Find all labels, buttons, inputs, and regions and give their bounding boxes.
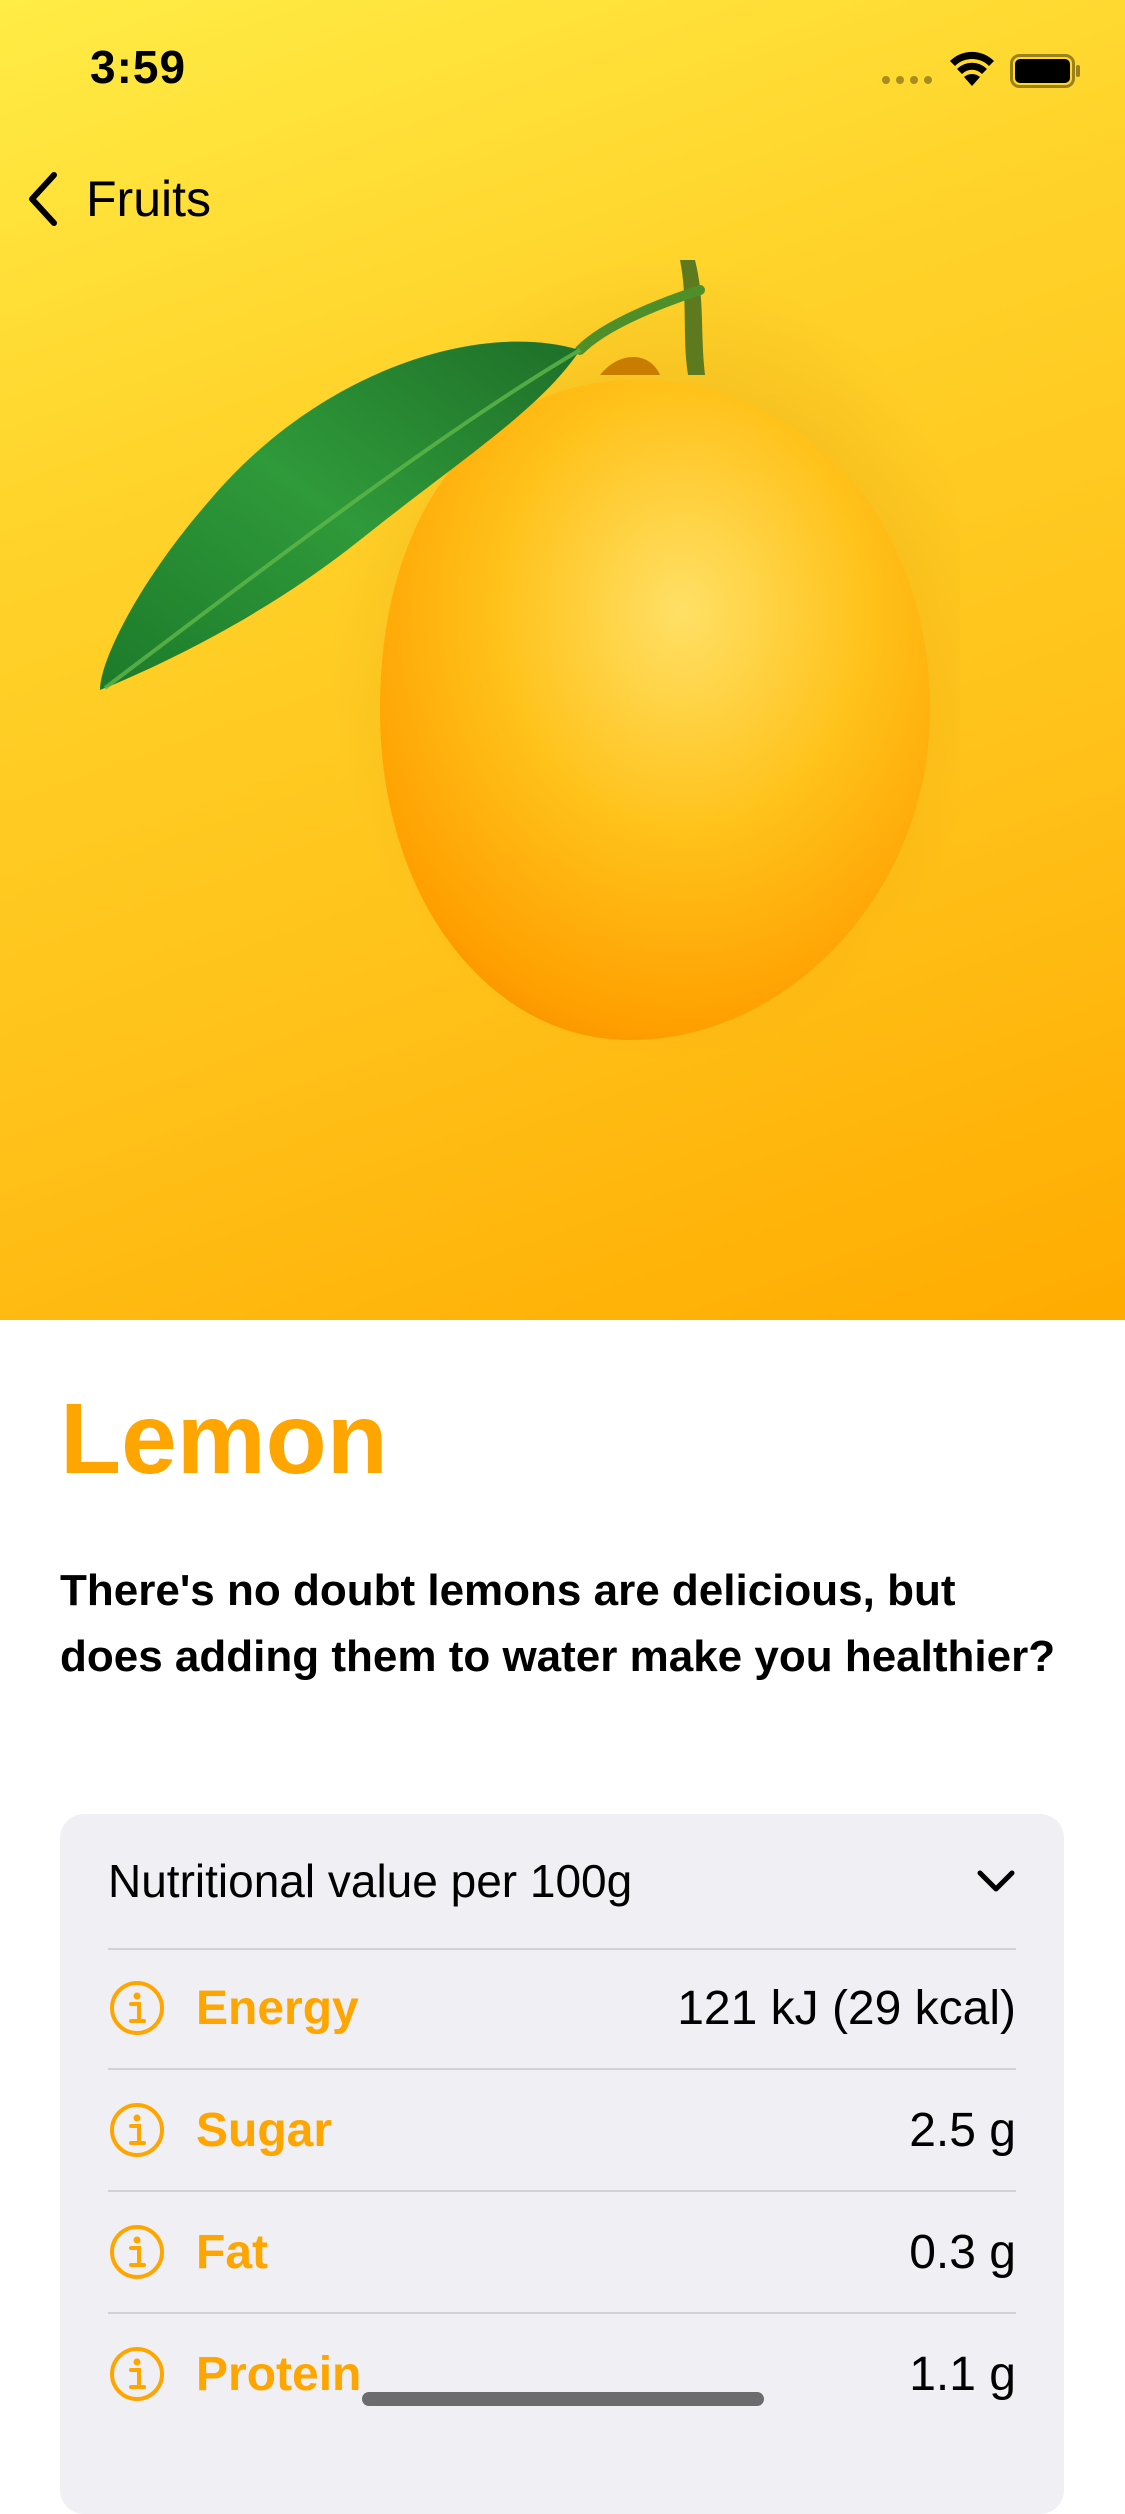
- status-bar: 3:59: [0, 0, 1125, 140]
- nutrition-row-energy: Energy 121 kJ (29 kcal): [108, 1948, 1016, 2070]
- chevron-left-icon: [29, 172, 57, 226]
- back-button-label: Fruits: [86, 171, 211, 227]
- nutrition-value: 2.5 g: [909, 2103, 1016, 2157]
- status-time: 3:59: [90, 41, 187, 93]
- detail-content: Lemon There's no doubt lemons are delici…: [0, 1320, 1125, 2514]
- nutrition-label: Energy: [196, 1981, 359, 2035]
- cellular-icon: [882, 76, 932, 84]
- nutrition-value: 121 kJ (29 kcal): [677, 1981, 1016, 2035]
- info-circle-icon[interactable]: [108, 2345, 166, 2403]
- hero-image: 3:59 Fruits: [0, 0, 1125, 1320]
- nutrition-label: Protein: [196, 2347, 362, 2401]
- nutrition-disclosure-header[interactable]: Nutritional value per 100g: [108, 1814, 1016, 1950]
- nutrition-label: Sugar: [196, 2103, 333, 2157]
- wifi-icon: [950, 51, 994, 86]
- lemon-illustration: [100, 260, 960, 1060]
- fruit-title: Lemon: [60, 1383, 388, 1495]
- nutrition-row-fat: Fat 0.3 g: [108, 2192, 1016, 2314]
- home-indicator[interactable]: [362, 2392, 764, 2406]
- fruit-description: There's no doubt lemons are delicious, b…: [60, 1566, 1056, 1681]
- nutrition-value: 1.1 g: [909, 2347, 1016, 2401]
- info-circle-icon[interactable]: [108, 2223, 166, 2281]
- nutrition-card: Nutritional value per 100g Energy 121 kJ…: [60, 1814, 1064, 2514]
- nutrition-row-protein: Protein 1.1 g: [108, 2314, 1016, 2434]
- battery-icon: [1010, 54, 1080, 88]
- nutrition-value: 0.3 g: [909, 2225, 1016, 2279]
- info-circle-icon[interactable]: [108, 1979, 166, 2037]
- chevron-down-icon: [977, 1870, 1015, 1892]
- back-button[interactable]: Fruits: [24, 164, 211, 234]
- nutrition-header-label: Nutritional value per 100g: [108, 1855, 633, 1907]
- info-circle-icon[interactable]: [108, 2101, 166, 2159]
- nutrition-row-sugar: Sugar 2.5 g: [108, 2070, 1016, 2192]
- nutrition-label: Fat: [196, 2225, 268, 2279]
